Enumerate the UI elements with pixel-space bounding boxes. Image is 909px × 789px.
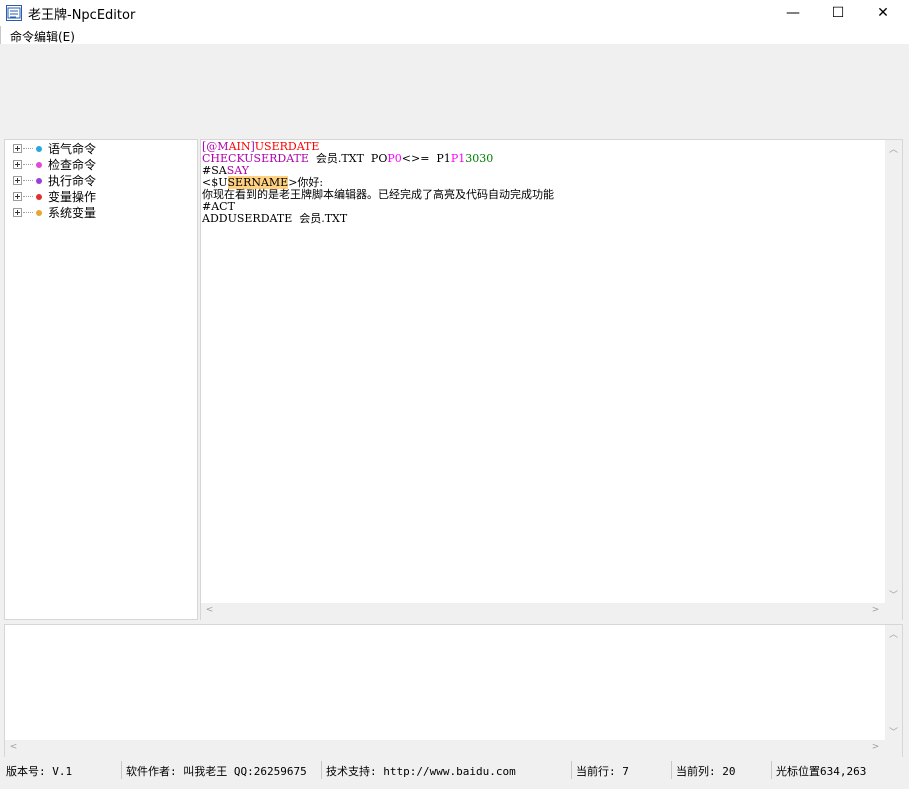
bullet-icon <box>36 178 42 184</box>
bullet-icon <box>36 210 42 216</box>
status-current-col: 当前列: 20 <box>676 765 736 778</box>
expand-icon[interactable] <box>13 208 22 217</box>
bullet-icon <box>36 162 42 168</box>
menu-item-command-edit[interactable]: 命令编辑(E) <box>10 28 75 45</box>
code-token: 3030 <box>465 152 494 165</box>
tree-item-label: 变量操作 <box>48 190 97 204</box>
code-token: P1 <box>450 152 466 165</box>
status-bar: 版本号: V.1 软件作者: 叫我老王 QQ:26259675 技术支持: ht… <box>0 759 909 783</box>
code-token: 会员.TXT PO <box>308 152 388 165</box>
toolbar-area <box>2 44 907 138</box>
scroll-down-icon[interactable]: ﹀ <box>885 588 902 601</box>
command-tree[interactable]: 语气命令 检查命令 执行命令 变量操作 系统变量 <box>4 139 198 620</box>
script-editor[interactable]: [@MAIN]USERDATE CHECKUSERDATE 会员.TXT POP0… <box>200 139 903 620</box>
menu-bar <box>0 26 909 44</box>
status-author: 软件作者: 叫我老王 QQ:26259675 <box>126 765 307 778</box>
status-divider <box>571 761 572 779</box>
status-divider <box>121 761 122 779</box>
output-horizontal-scrollbar[interactable]: < > <box>5 740 885 757</box>
code-area[interactable]: [@MAIN]USERDATE CHECKUSERDATE 会员.TXT POP0… <box>202 141 554 225</box>
scroll-right-icon[interactable]: > <box>867 605 884 615</box>
expand-icon[interactable] <box>13 176 22 185</box>
close-icon: ✕ <box>877 5 889 21</box>
close-button[interactable]: ✕ <box>860 0 906 26</box>
bullet-icon <box>36 194 42 200</box>
minimize-icon: — <box>786 5 800 21</box>
status-divider <box>671 761 672 779</box>
status-cursor-position: 光标位置634,263 <box>776 765 867 778</box>
scroll-down-icon[interactable]: ﹀ <box>885 725 902 738</box>
window-title: 老王牌-NpcEditor <box>28 8 136 23</box>
tree-item-label: 检查命令 <box>48 158 97 172</box>
tree-connector <box>23 180 33 181</box>
status-divider <box>321 761 322 779</box>
code-line[interactable]: ADDUSERDATE 会员.TXT <box>202 213 554 225</box>
expand-icon[interactable] <box>13 192 22 201</box>
code-token: USERDATE <box>244 152 309 165</box>
code-token: P0 <box>387 152 402 165</box>
status-current-row: 当前行: 7 <box>576 765 629 778</box>
scroll-right-icon[interactable]: > <box>867 742 884 752</box>
scrollbar-corner <box>885 740 902 757</box>
tree-connector <box>23 148 33 149</box>
minimize-button[interactable]: — <box>770 0 816 26</box>
tree-item-label: 执行命令 <box>48 174 97 188</box>
status-version: 版本号: V.1 <box>6 765 73 778</box>
tree-connector <box>23 164 33 165</box>
app-icon[interactable] <box>6 5 22 21</box>
expand-icon[interactable] <box>13 160 22 169</box>
status-divider <box>771 761 772 779</box>
output-vertical-scrollbar[interactable]: ︿ ﹀ <box>885 625 902 740</box>
scroll-up-icon[interactable]: ︿ <box>885 627 902 640</box>
code-token: 你现在看到的是老王牌脚本编辑器。已经完成了高亮及代码自动完成功能 <box>202 188 554 201</box>
scroll-left-icon[interactable]: < <box>201 605 218 615</box>
output-pane[interactable]: ︿ ﹀ < > <box>4 624 903 757</box>
maximize-icon: ☐ <box>831 5 845 21</box>
code-token: <>= P1 <box>401 152 451 165</box>
scrollbar-corner <box>885 603 902 620</box>
status-support: 技术支持: http://www.baidu.com <box>326 765 516 778</box>
code-line[interactable]: 你现在看到的是老王牌脚本编辑器。已经完成了高亮及代码自动完成功能 <box>202 189 554 201</box>
maximize-button[interactable]: ☐ <box>815 0 861 26</box>
tree-connector <box>23 212 33 213</box>
editor-horizontal-scrollbar[interactable]: < > <box>201 603 885 620</box>
code-token: ADDUSERDATE 会员.TXT <box>202 212 348 225</box>
code-line[interactable]: CHECKUSERDATE 会员.TXT POP0<>= P1P13030 <box>202 153 554 165</box>
scroll-up-icon[interactable]: ︿ <box>885 142 902 155</box>
expand-icon[interactable] <box>13 144 22 153</box>
editor-vertical-scrollbar[interactable]: ︿ ﹀ <box>885 140 902 603</box>
scroll-left-icon[interactable]: < <box>5 742 22 752</box>
tree-item-label: 语气命令 <box>48 142 97 156</box>
bullet-icon <box>36 146 42 152</box>
tree-connector <box>23 196 33 197</box>
tree-item-label: 系统变量 <box>48 206 97 220</box>
